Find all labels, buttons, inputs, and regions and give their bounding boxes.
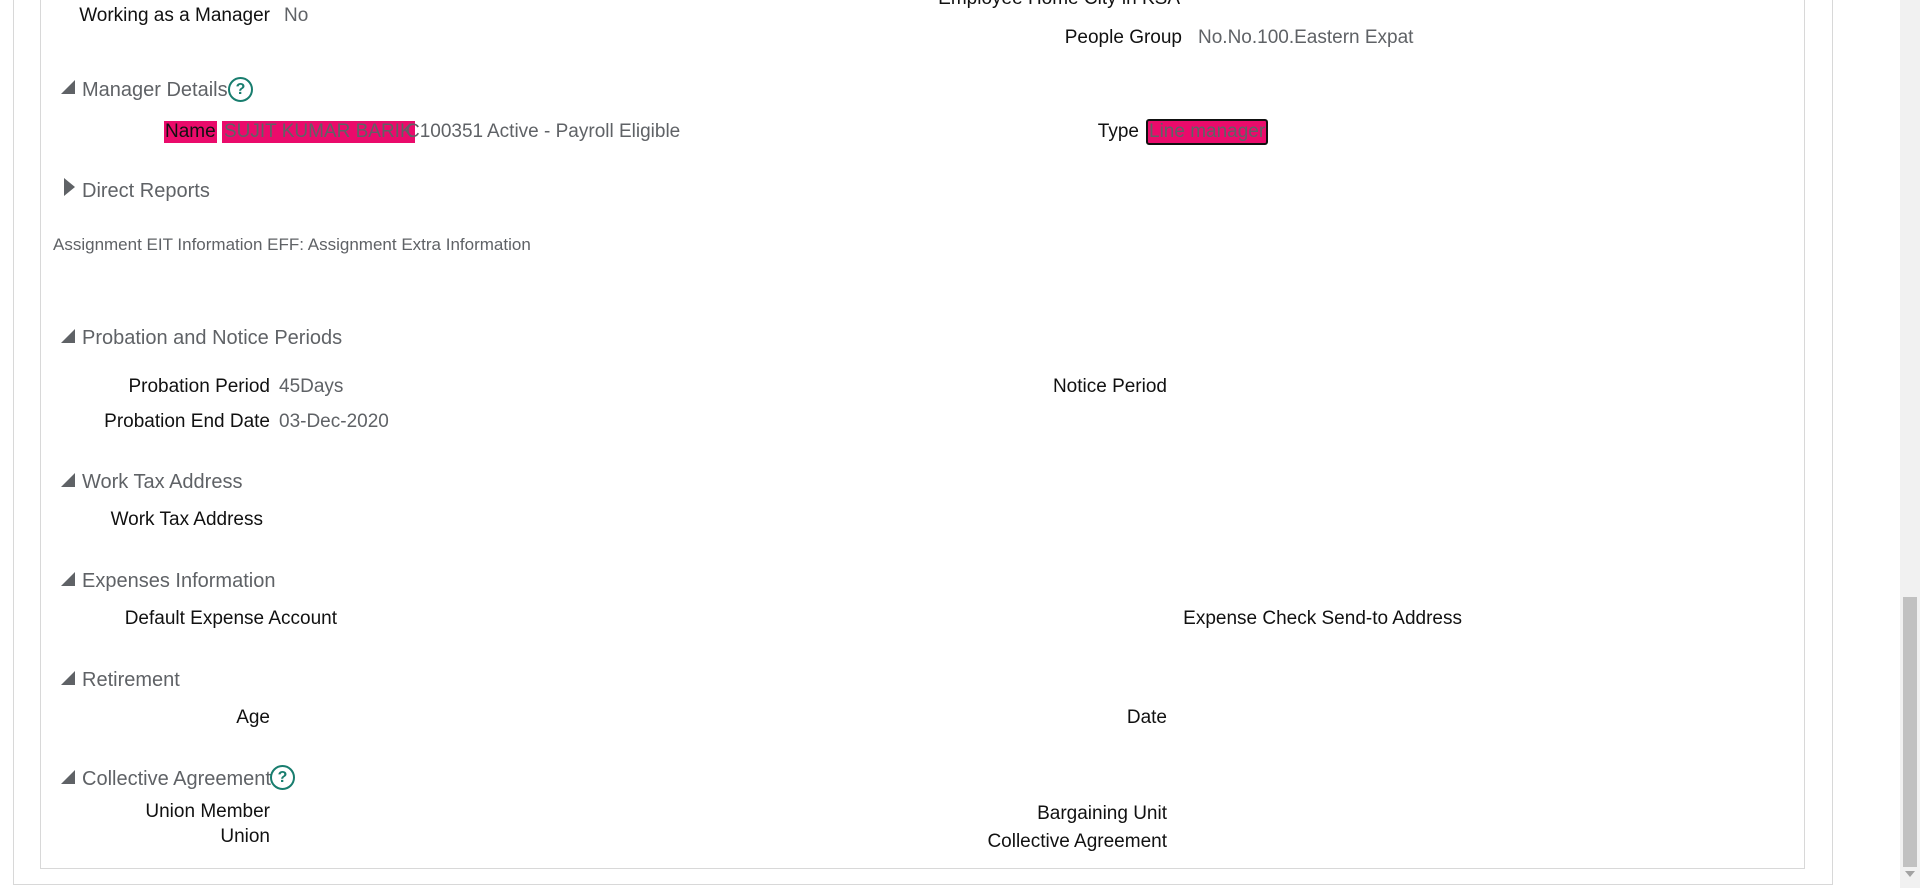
home-city-label: Employee Home City in KSA <box>938 0 1180 10</box>
work-tax-address-label: Work Tax Address <box>110 509 263 530</box>
default-expense-account-label: Default Expense Account <box>124 608 337 629</box>
manager-type-value[interactable]: Line manager <box>1146 119 1269 145</box>
section-title-manager-details[interactable]: Manager Details <box>82 79 228 102</box>
working-manager-value: No <box>284 5 309 26</box>
section-title-collective-agreement[interactable]: Collective Agreement <box>82 768 271 791</box>
help-icon[interactable]: ? <box>228 77 253 102</box>
section-title-expenses[interactable]: Expenses Information <box>82 570 275 593</box>
probation-end-date-label: Probation End Date <box>104 411 270 432</box>
expense-check-address-label: Expense Check Send-to Address <box>1183 608 1462 629</box>
collapse-triangle-icon[interactable] <box>61 671 75 685</box>
people-group-label: People Group <box>1064 27 1182 48</box>
retirement-date-label: Date <box>1126 707 1167 728</box>
section-title-probation[interactable]: Probation and Notice Periods <box>82 327 342 350</box>
notice-period-label: Notice Period <box>1052 376 1167 397</box>
manager-type-label: Type <box>1097 121 1139 142</box>
section-title-direct-reports[interactable]: Direct Reports <box>82 180 210 203</box>
manager-name-label: Name <box>164 121 217 143</box>
manager-name-link[interactable]: SUJIT KUMAR BARIK <box>222 121 415 143</box>
expand-triangle-icon[interactable] <box>64 178 75 196</box>
collapse-triangle-icon[interactable] <box>61 80 75 94</box>
working-manager-label: Working as a Manager <box>79 5 270 26</box>
manager-id: C100351 <box>406 121 484 142</box>
people-group-value: No.No.100.Eastern Expat <box>1198 27 1414 48</box>
bargaining-unit-label: Bargaining Unit <box>1037 803 1167 824</box>
collapse-triangle-icon[interactable] <box>61 572 75 586</box>
retirement-age-label: Age <box>236 707 270 728</box>
scroll-down-arrow-icon[interactable] <box>1905 871 1915 877</box>
probation-end-date-value: 03-Dec-2020 <box>279 411 389 432</box>
collective-agreement-label: Collective Agreement <box>987 831 1167 852</box>
union-member-label: Union Member <box>145 801 270 822</box>
scrollbar-thumb[interactable] <box>1903 597 1917 867</box>
collapse-triangle-icon[interactable] <box>61 473 75 487</box>
eit-title: Assignment EIT Information EFF: Assignme… <box>53 235 531 254</box>
probation-period-label: Probation Period <box>128 376 270 397</box>
section-title-work-tax[interactable]: Work Tax Address <box>82 471 242 494</box>
collapse-triangle-icon[interactable] <box>61 770 75 784</box>
collapse-triangle-icon[interactable] <box>61 329 75 343</box>
probation-period-value: 45Days <box>279 376 344 397</box>
manager-status: Active - Payroll Eligible <box>487 121 681 142</box>
section-title-retirement[interactable]: Retirement <box>82 669 180 692</box>
union-label: Union <box>220 826 270 847</box>
help-icon[interactable]: ? <box>270 765 295 790</box>
